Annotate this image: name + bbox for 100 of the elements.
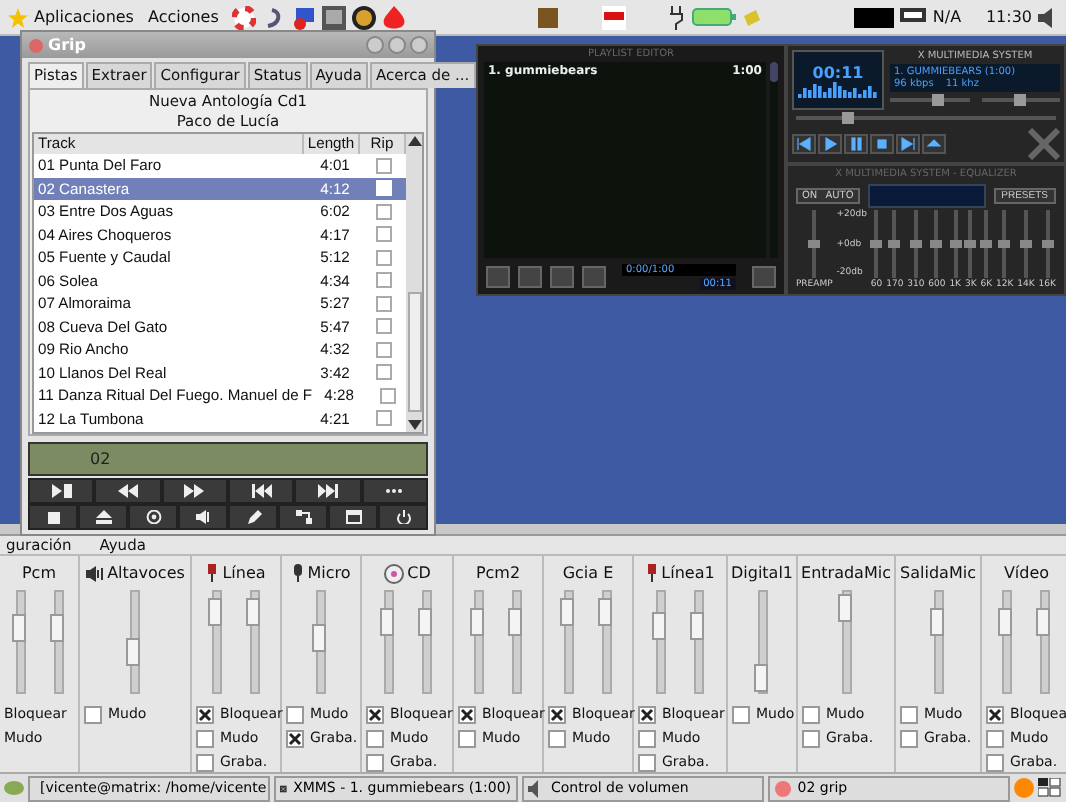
equalizer-slider[interactable]	[1045, 210, 1050, 278]
checkbox[interactable]	[366, 729, 384, 747]
equalizer-slider[interactable]	[1002, 210, 1007, 278]
power-button[interactable]	[378, 504, 428, 530]
slider-thumb[interactable]	[652, 611, 666, 639]
scroll-thumb[interactable]	[407, 292, 421, 412]
rip-checkbox[interactable]	[376, 249, 392, 266]
monitor-icon[interactable]	[322, 5, 347, 29]
volume-slider-track[interactable]	[15, 590, 25, 694]
slider-thumb[interactable]	[49, 614, 63, 642]
slider-thumb[interactable]	[312, 623, 326, 651]
rewind-button[interactable]	[94, 478, 162, 504]
slider-thumb[interactable]	[837, 593, 851, 621]
checkbox[interactable]	[458, 729, 476, 747]
checkbox[interactable]	[286, 729, 304, 747]
slider-thumb[interactable]	[208, 598, 222, 626]
slider-thumb[interactable]	[1041, 240, 1054, 248]
volume-slider-track[interactable]	[316, 590, 326, 694]
checkbox[interactable]	[900, 705, 918, 723]
window-button[interactable]	[328, 504, 378, 530]
slider-thumb[interactable]	[929, 608, 943, 636]
star-icon[interactable]	[8, 7, 28, 27]
rip-checkbox[interactable]	[376, 203, 392, 220]
skip-back-button[interactable]	[227, 478, 295, 504]
checkbox[interactable]	[638, 705, 656, 723]
eject-button[interactable]	[78, 504, 128, 530]
lifebuoy-icon[interactable]	[232, 5, 257, 29]
alert-icon[interactable]	[1014, 778, 1034, 798]
rip-checkbox[interactable]	[380, 387, 397, 404]
document-icon[interactable]	[602, 5, 627, 29]
arrow-up-icon[interactable]	[407, 136, 421, 146]
checkbox[interactable]	[286, 705, 304, 723]
equalizer-slider[interactable]	[874, 210, 879, 278]
equalizer-slider[interactable]	[892, 210, 897, 278]
stop-button[interactable]	[28, 504, 78, 530]
slider-thumb[interactable]	[888, 240, 901, 248]
equalizer-slider[interactable]	[812, 210, 817, 278]
rip-checkbox[interactable]	[376, 226, 392, 243]
panel-menu[interactable]: Acciones	[147, 8, 219, 26]
slider-thumb[interactable]	[1019, 240, 1032, 248]
rip-checkbox[interactable]	[376, 272, 392, 289]
slider-thumb[interactable]	[964, 240, 977, 248]
dots-button[interactable]	[361, 478, 428, 504]
slider-thumb[interactable]	[598, 598, 612, 626]
volume-slider-track[interactable]	[53, 590, 63, 694]
slider-thumb[interactable]	[930, 240, 943, 248]
playlist-button[interactable]	[486, 265, 510, 287]
volume-slider-track[interactable]	[212, 590, 222, 694]
nodes-button[interactable]	[278, 504, 328, 530]
slider-thumb[interactable]	[1036, 608, 1051, 636]
pause-button[interactable]	[844, 134, 868, 154]
workspace-switcher-icon[interactable]	[1038, 778, 1062, 798]
playlist-button[interactable]	[550, 265, 574, 287]
rip-checkbox[interactable]	[376, 364, 392, 381]
checkbox[interactable]	[458, 705, 476, 723]
volume-slider-track[interactable]	[1040, 590, 1051, 694]
slider-thumb[interactable]	[808, 240, 821, 248]
checkbox[interactable]	[366, 753, 384, 771]
slider-thumb[interactable]	[931, 94, 944, 106]
maximize-icon[interactable]	[388, 36, 406, 54]
playlist-button[interactable]	[518, 265, 542, 287]
slider-thumb[interactable]	[909, 240, 922, 248]
volume-slider-track[interactable]	[564, 590, 574, 694]
volume-slider-track[interactable]	[656, 590, 666, 694]
slider-thumb[interactable]	[11, 613, 25, 641]
play-pause-button[interactable]	[28, 478, 95, 504]
target-button[interactable]	[128, 504, 178, 530]
slider-thumb[interactable]	[998, 608, 1013, 636]
equalizer-slider[interactable]	[913, 210, 918, 278]
volume-slider-track[interactable]	[512, 590, 522, 694]
arrow-down-icon[interactable]	[407, 420, 421, 430]
checkbox[interactable]	[196, 729, 214, 747]
close-icon[interactable]	[410, 36, 428, 54]
checkbox[interactable]	[986, 753, 1004, 771]
volume-slider-track[interactable]	[474, 590, 484, 694]
rip-checkbox[interactable]	[376, 295, 392, 312]
slider-thumb[interactable]	[417, 608, 431, 636]
slider-thumb[interactable]	[379, 608, 393, 636]
volume-slider-track[interactable]	[383, 590, 393, 694]
slider-thumb[interactable]	[753, 663, 767, 691]
fast-forward-button[interactable]	[161, 478, 228, 504]
equalizer-slider[interactable]	[968, 210, 973, 278]
equalizer-slider[interactable]	[934, 210, 939, 278]
checkbox[interactable]	[84, 705, 102, 723]
checkbox[interactable]	[638, 753, 656, 771]
volume-slider-track[interactable]	[250, 590, 260, 694]
chip-icon[interactable]	[742, 7, 763, 27]
volume-slider-track[interactable]	[130, 590, 140, 694]
equalizer-slider[interactable]	[984, 210, 989, 278]
volume-button[interactable]	[178, 504, 228, 530]
equalizer-slider[interactable]	[953, 210, 958, 278]
play-button[interactable]	[818, 134, 842, 154]
minimize-icon[interactable]	[366, 36, 384, 54]
checkbox[interactable]	[196, 753, 214, 771]
volume-slider-track[interactable]	[1002, 590, 1013, 694]
slider-thumb[interactable]	[949, 240, 962, 248]
slider-thumb[interactable]	[508, 608, 522, 636]
checkbox[interactable]	[900, 729, 918, 747]
slider-thumb[interactable]	[1014, 94, 1027, 106]
playlist-button[interactable]	[582, 265, 606, 287]
